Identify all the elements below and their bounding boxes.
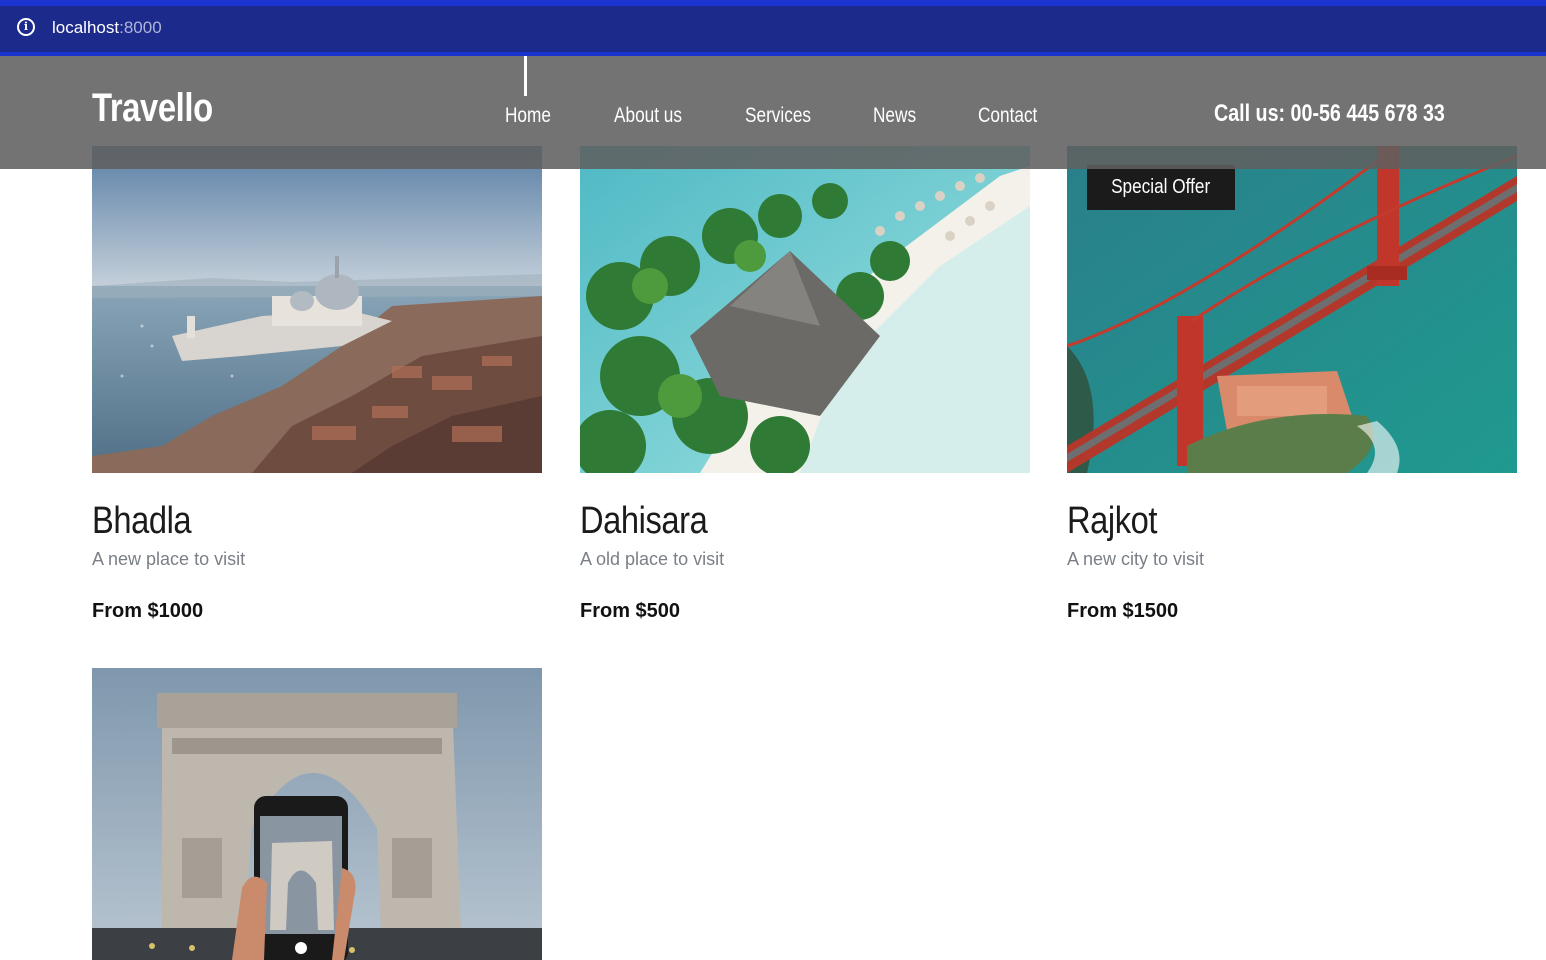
destination-price: From $1000 (92, 600, 204, 622)
destination-price: From $1500 (1067, 600, 1179, 622)
page-content: Bhadla A new place to visit From $1000 D… (0, 56, 1546, 960)
destination-card[interactable]: Bhadla A new place to visit From $1000 (92, 146, 542, 622)
nav-contact[interactable]: Contact (978, 104, 1037, 128)
destination-photo-venice[interactable] (92, 146, 542, 473)
url-host: localhost (52, 18, 120, 37)
destination-title[interactable]: Dahisara (580, 500, 708, 543)
site-header: Travello Home About us Services News Con… (0, 56, 1546, 169)
url-port: :8000 (119, 18, 162, 37)
destination-card[interactable]: Special Offer Rajkot A new city to visit… (1067, 146, 1517, 622)
destination-tagline: A new city to visit (1067, 549, 1205, 569)
destination-card[interactable]: Dahisara A old place to visit From $500 (580, 146, 1030, 622)
destination-title[interactable]: Bhadla (92, 500, 192, 543)
destination-price: From $500 (580, 600, 681, 622)
destination-title[interactable]: Rajkot (1067, 500, 1157, 543)
nav-home[interactable]: Home (505, 104, 551, 128)
url-field[interactable]: localhost:8000 (52, 16, 162, 40)
site-logo[interactable]: Travello (92, 86, 213, 131)
nav-about-us[interactable]: About us (614, 104, 682, 128)
nav-news[interactable]: News (873, 104, 916, 128)
destination-photo-arc[interactable] (92, 668, 542, 960)
destination-photo-bridge[interactable]: Special Offer (1067, 146, 1517, 473)
destination-card[interactable] (92, 668, 542, 960)
call-us-phone[interactable]: Call us: 00-56 445 678 33 (1214, 100, 1445, 128)
nav-active-indicator (524, 56, 527, 96)
destination-photo-island[interactable] (580, 146, 1030, 473)
nav-services[interactable]: Services (745, 104, 811, 128)
info-icon[interactable]: i (17, 18, 35, 36)
destination-tagline: A old place to visit (580, 549, 725, 569)
destination-tagline: A new place to visit (92, 549, 246, 569)
special-offer-badge: Special Offer (1087, 165, 1235, 210)
browser-address-bar[interactable]: i localhost:8000 (0, 0, 1546, 56)
